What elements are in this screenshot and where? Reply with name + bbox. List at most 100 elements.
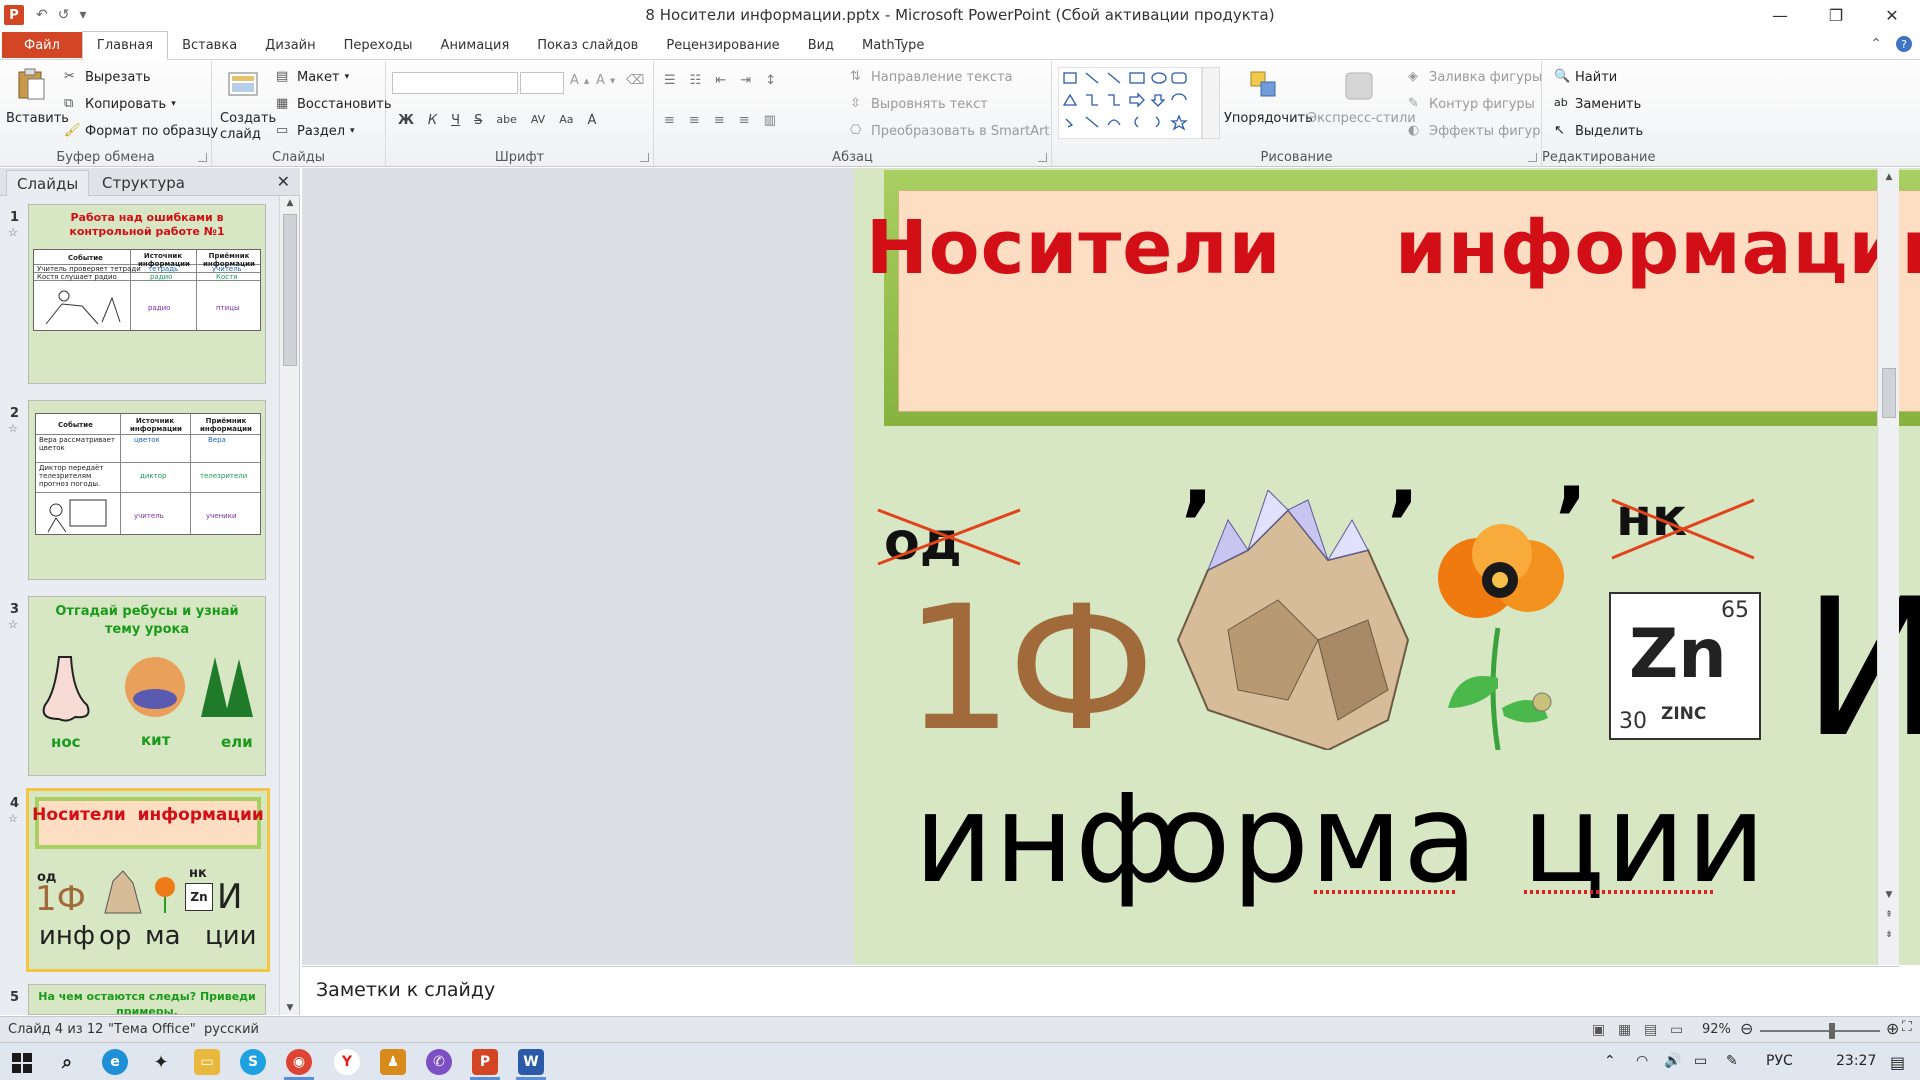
zoom-slider-thumb[interactable]	[1829, 1023, 1835, 1039]
chrome-icon[interactable]: ◉	[286, 1049, 312, 1075]
bold-button[interactable]: Ж	[398, 113, 414, 128]
help-icon[interactable]: ?	[1896, 36, 1912, 52]
scroll-up-icon[interactable]: ▲	[280, 198, 300, 208]
tab-view[interactable]: Вид	[794, 31, 848, 59]
title-placeholder[interactable]: Носители информации	[866, 190, 1920, 412]
format-painter-button[interactable]: 🖌 Формат по образцу	[64, 123, 218, 139]
replace-button[interactable]: ab Заменить	[1554, 96, 1641, 112]
align-right-icon[interactable]: ≡	[714, 113, 725, 128]
tab-transitions[interactable]: Переходы	[330, 31, 427, 59]
arrange-button[interactable]: Упорядочить	[1224, 111, 1313, 126]
app-icon[interactable]: ♟	[380, 1049, 406, 1075]
file-explorer-icon[interactable]: ▭	[194, 1049, 220, 1075]
font-size-select[interactable]	[520, 72, 564, 94]
layout-button[interactable]: ▤ Макет ▾	[276, 69, 349, 85]
tab-animation[interactable]: Анимация	[427, 31, 524, 59]
find-button[interactable]: 🔍 Найти	[1554, 69, 1617, 85]
decrease-indent-icon[interactable]: ⇤	[715, 73, 726, 88]
slide-thumbnail-1[interactable]: Работа над ошибками в контрольной работе…	[28, 204, 266, 384]
copy-button[interactable]: ⧉ Копировать ▾	[64, 96, 176, 112]
slideshow-icon[interactable]: ▭	[1670, 1022, 1683, 1038]
syllable-word[interactable]: инф	[914, 768, 1180, 910]
mountains-picture[interactable]	[1168, 490, 1418, 750]
word-taskbar-icon[interactable]: W	[518, 1049, 544, 1075]
search-icon[interactable]: ⌕	[54, 1049, 80, 1075]
dialog-launcher-icon[interactable]	[1038, 153, 1047, 162]
new-slide-button[interactable]: Создать слайд	[220, 111, 276, 143]
next-slide-icon[interactable]: ⇟	[1878, 930, 1900, 940]
syllable-word[interactable]: ции	[1522, 768, 1767, 910]
quick-styles-icon[interactable]	[1342, 69, 1376, 103]
customize-icon[interactable]: ▾	[79, 7, 86, 23]
dialog-launcher-icon[interactable]	[1528, 153, 1537, 162]
pen-icon[interactable]: ✎	[1726, 1053, 1738, 1069]
editor-scrollbar[interactable]: ▲ ▼ ⇞ ⇟	[1877, 168, 1899, 965]
undo-icon[interactable]: ↶	[36, 7, 48, 23]
yandex-icon[interactable]: Y	[334, 1049, 360, 1075]
tray-expand-icon[interactable]: ⌃	[1604, 1053, 1616, 1069]
grow-font-button[interactable]: A ▴	[570, 73, 589, 88]
slide-thumbnail-4[interactable]: Носители информации од нк 1Ф Zn И инф ор…	[26, 788, 270, 972]
rebus-1f[interactable]: 1Ф	[904, 568, 1155, 769]
tab-mathtype[interactable]: MathType	[848, 31, 938, 59]
shape-outline-button[interactable]: ✎ Контур фигуры	[1408, 96, 1535, 112]
slides-pane-scrollbar[interactable]: ▲ ▼	[279, 196, 299, 1015]
zoom-out-icon[interactable]: ⊖	[1740, 1019, 1753, 1038]
section-button[interactable]: ▭ Раздел ▾	[276, 123, 355, 139]
dialog-launcher-icon[interactable]	[198, 153, 207, 162]
slide-counter[interactable]: Слайд 4 из 12	[8, 1022, 103, 1037]
scroll-down-icon[interactable]: ▼	[280, 1003, 300, 1013]
align-center-icon[interactable]: ≡	[689, 113, 700, 128]
font-name-select[interactable]	[392, 72, 518, 94]
text-direction-button[interactable]: ⇅ Направление текста	[850, 69, 1013, 85]
paste-icon[interactable]	[14, 67, 48, 101]
normal-view-icon[interactable]: ▣	[1592, 1022, 1605, 1038]
tab-home[interactable]: Главная	[81, 31, 169, 60]
arrange-icon[interactable]	[1248, 69, 1282, 103]
syllable-word[interactable]: ма	[1310, 768, 1479, 910]
redo-icon[interactable]: ↺	[58, 7, 70, 23]
tab-insert[interactable]: Вставка	[168, 31, 251, 59]
notes-placeholder[interactable]: Заметки к слайду	[316, 979, 495, 1001]
zinc-element-card[interactable]: Zn 65 30 ZINC	[1609, 592, 1761, 740]
scroll-down-icon[interactable]: ▼	[1878, 890, 1900, 900]
zoom-slider[interactable]	[1760, 1030, 1880, 1032]
theme-name[interactable]: "Тема Office"	[108, 1022, 196, 1037]
windows-start-icon[interactable]	[12, 1053, 32, 1073]
shadow-button[interactable]: abe	[496, 113, 517, 128]
clock[interactable]: 23:27	[1836, 1053, 1876, 1069]
slide-thumbnail-2[interactable]: Событие Источник информации Приёмник инф…	[28, 400, 266, 580]
tab-design[interactable]: Дизайн	[251, 31, 329, 59]
smartart-button[interactable]: ⎔ Преобразовать в SmartArt	[850, 123, 1050, 139]
strike-button[interactable]: S	[474, 113, 482, 128]
slide-sorter-icon[interactable]: ▦	[1618, 1022, 1631, 1038]
reset-button[interactable]: ▦ Восстановить	[276, 96, 392, 112]
close-pane-icon[interactable]: ✕	[277, 172, 290, 191]
keyboard-language[interactable]: РУС	[1766, 1053, 1793, 1069]
justify-icon[interactable]: ≡	[739, 113, 750, 128]
slide-thumbnail-3[interactable]: Отгадай ребусы и узнай тему урока нос ки…	[28, 596, 266, 776]
dialog-launcher-icon[interactable]	[640, 153, 649, 162]
language-indicator[interactable]: русский	[204, 1022, 259, 1037]
wifi-icon[interactable]: ◠	[1636, 1053, 1648, 1069]
reading-view-icon[interactable]: ▤	[1644, 1022, 1657, 1038]
shape-effects-button[interactable]: ◐ Эффекты фигур	[1408, 123, 1540, 139]
underline-button[interactable]: Ч	[451, 113, 460, 128]
zoom-level[interactable]: 92%	[1702, 1022, 1731, 1037]
italic-button[interactable]: К	[428, 113, 437, 128]
tab-outline[interactable]: Структура	[92, 170, 195, 196]
poppy-flower-picture[interactable]	[1438, 518, 1568, 750]
battery-icon[interactable]: ▭	[1694, 1053, 1707, 1069]
bullets-icon[interactable]: ☰	[664, 73, 676, 88]
title-placeholder-frame[interactable]: Носители информации	[866, 170, 1920, 426]
close-icon[interactable]: ✕	[1864, 0, 1920, 30]
skype-icon[interactable]: S	[240, 1049, 266, 1075]
quick-styles-button[interactable]: Экспресс-стили	[1308, 111, 1416, 126]
new-slide-icon[interactable]	[226, 67, 260, 101]
spacing-button[interactable]: AV	[531, 113, 545, 128]
scroll-thumb[interactable]	[283, 214, 297, 366]
powerpoint-taskbar-icon[interactable]: P	[472, 1049, 498, 1075]
powerpoint-logo-icon[interactable]: P	[4, 5, 24, 25]
edge-icon[interactable]: e	[102, 1049, 128, 1075]
numbering-icon[interactable]: ☷	[690, 73, 702, 88]
